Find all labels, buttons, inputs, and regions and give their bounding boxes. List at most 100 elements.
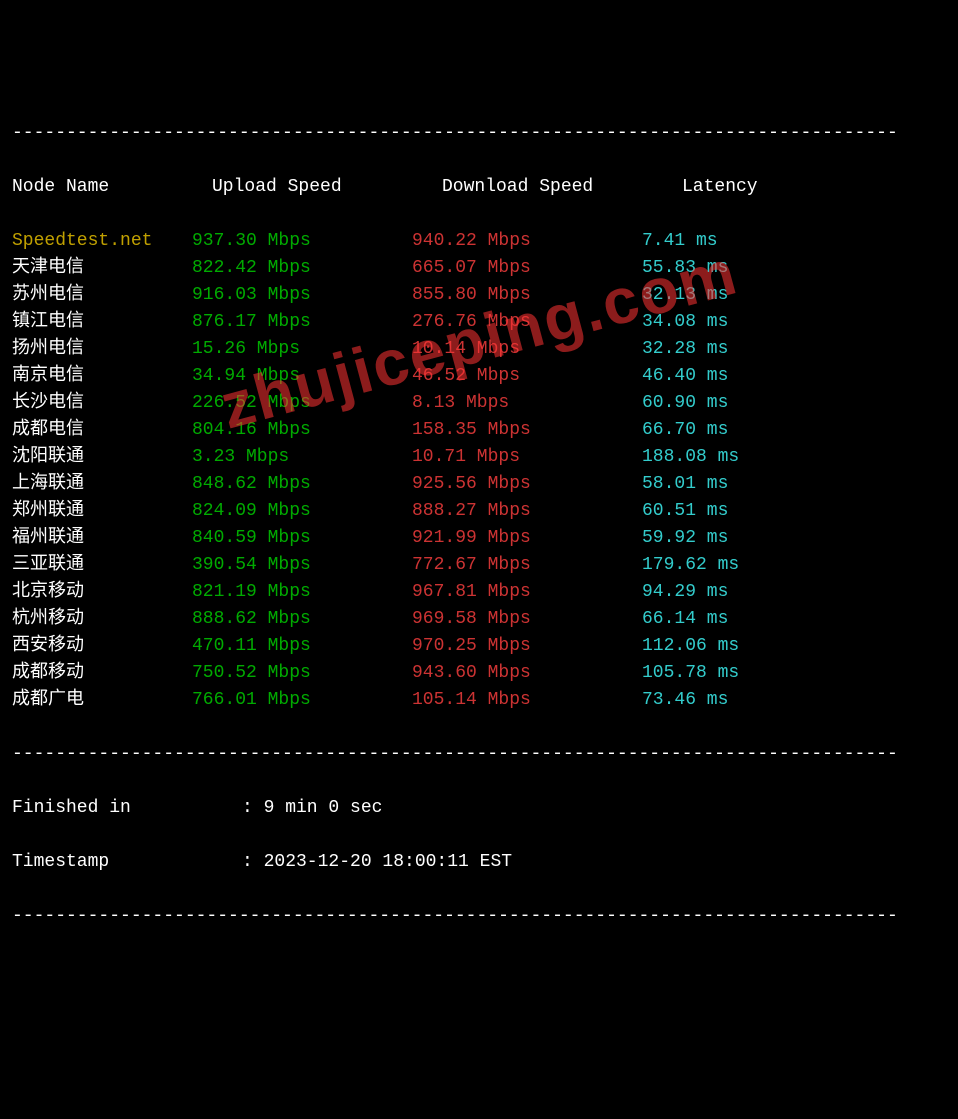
download-cell: 921.99 Mbps <box>412 525 642 552</box>
header-download: Download Speed <box>442 174 682 201</box>
node-cell: 福州联通 <box>12 525 192 552</box>
node-cell: 苏州电信 <box>12 282 192 309</box>
table-row: 成都移动750.52 Mbps943.60 Mbps105.78 ms <box>12 660 946 687</box>
download-cell: 8.13 Mbps <box>412 390 642 417</box>
download-cell: 855.80 Mbps <box>412 282 642 309</box>
table-row: 杭州移动888.62 Mbps969.58 Mbps66.14 ms <box>12 606 946 633</box>
latency-cell: 34.08 ms <box>642 309 782 336</box>
node-cell: 北京移动 <box>12 579 192 606</box>
divider-top: ----------------------------------------… <box>12 120 946 147</box>
download-cell: 10.71 Mbps <box>412 444 642 471</box>
upload-cell: 937.30 Mbps <box>192 228 412 255</box>
node-cell: 成都移动 <box>12 660 192 687</box>
node-cell: 镇江电信 <box>12 309 192 336</box>
table-row: 北京移动821.19 Mbps967.81 Mbps94.29 ms <box>12 579 946 606</box>
download-cell: 943.60 Mbps <box>412 660 642 687</box>
download-cell: 276.76 Mbps <box>412 309 642 336</box>
upload-cell: 824.09 Mbps <box>192 498 412 525</box>
latency-cell: 105.78 ms <box>642 660 782 687</box>
table-row: 郑州联通824.09 Mbps888.27 Mbps60.51 ms <box>12 498 946 525</box>
latency-cell: 66.70 ms <box>642 417 782 444</box>
download-cell: 105.14 Mbps <box>412 687 642 714</box>
table-row: 福州联通840.59 Mbps921.99 Mbps59.92 ms <box>12 525 946 552</box>
upload-cell: 766.01 Mbps <box>192 687 412 714</box>
footer-finished: Finished in: 9 min 0 sec <box>12 795 946 822</box>
latency-cell: 112.06 ms <box>642 633 782 660</box>
table-row: 沈阳联通3.23 Mbps10.71 Mbps188.08 ms <box>12 444 946 471</box>
node-cell: 杭州移动 <box>12 606 192 633</box>
table-row: 三亚联通390.54 Mbps772.67 Mbps179.62 ms <box>12 552 946 579</box>
download-cell: 665.07 Mbps <box>412 255 642 282</box>
download-cell: 925.56 Mbps <box>412 471 642 498</box>
header-upload: Upload Speed <box>212 174 442 201</box>
upload-cell: 390.54 Mbps <box>192 552 412 579</box>
latency-cell: 32.13 ms <box>642 282 782 309</box>
table-row: 长沙电信226.52 Mbps8.13 Mbps60.90 ms <box>12 390 946 417</box>
latency-cell: 179.62 ms <box>642 552 782 579</box>
latency-cell: 188.08 ms <box>642 444 782 471</box>
node-cell: 长沙电信 <box>12 390 192 417</box>
upload-cell: 876.17 Mbps <box>192 309 412 336</box>
table-row: 扬州电信15.26 Mbps10.14 Mbps32.28 ms <box>12 336 946 363</box>
download-cell: 969.58 Mbps <box>412 606 642 633</box>
download-cell: 970.25 Mbps <box>412 633 642 660</box>
table-row: 天津电信822.42 Mbps665.07 Mbps55.83 ms <box>12 255 946 282</box>
latency-cell: 55.83 ms <box>642 255 782 282</box>
latency-cell: 32.28 ms <box>642 336 782 363</box>
divider-bottom: ----------------------------------------… <box>12 903 946 930</box>
latency-cell: 7.41 ms <box>642 228 782 255</box>
node-cell: 西安移动 <box>12 633 192 660</box>
node-cell: 郑州联通 <box>12 498 192 525</box>
upload-cell: 750.52 Mbps <box>192 660 412 687</box>
divider-mid: ----------------------------------------… <box>12 741 946 768</box>
download-cell: 940.22 Mbps <box>412 228 642 255</box>
latency-cell: 46.40 ms <box>642 363 782 390</box>
node-cell: Speedtest.net <box>12 228 192 255</box>
table-row: 上海联通848.62 Mbps925.56 Mbps58.01 ms <box>12 471 946 498</box>
latency-cell: 66.14 ms <box>642 606 782 633</box>
footer-timestamp: Timestamp: 2023-12-20 18:00:11 EST <box>12 849 946 876</box>
upload-cell: 916.03 Mbps <box>192 282 412 309</box>
timestamp-value: : 2023-12-20 18:00:11 EST <box>242 849 512 876</box>
node-cell: 成都广电 <box>12 687 192 714</box>
table-row: 成都广电766.01 Mbps105.14 Mbps73.46 ms <box>12 687 946 714</box>
download-cell: 46.52 Mbps <box>412 363 642 390</box>
upload-cell: 34.94 Mbps <box>192 363 412 390</box>
node-cell: 扬州电信 <box>12 336 192 363</box>
header-node: Node Name <box>12 174 212 201</box>
latency-cell: 58.01 ms <box>642 471 782 498</box>
finished-label: Finished in <box>12 795 242 822</box>
table-header: Node NameUpload SpeedDownload SpeedLaten… <box>12 174 946 201</box>
upload-cell: 3.23 Mbps <box>192 444 412 471</box>
upload-cell: 15.26 Mbps <box>192 336 412 363</box>
upload-cell: 821.19 Mbps <box>192 579 412 606</box>
download-cell: 10.14 Mbps <box>412 336 642 363</box>
upload-cell: 804.16 Mbps <box>192 417 412 444</box>
table-row: Speedtest.net937.30 Mbps940.22 Mbps7.41 … <box>12 228 946 255</box>
upload-cell: 470.11 Mbps <box>192 633 412 660</box>
latency-cell: 94.29 ms <box>642 579 782 606</box>
table-row: 苏州电信916.03 Mbps855.80 Mbps32.13 ms <box>12 282 946 309</box>
upload-cell: 840.59 Mbps <box>192 525 412 552</box>
finished-value: : 9 min 0 sec <box>242 795 382 822</box>
timestamp-label: Timestamp <box>12 849 242 876</box>
node-cell: 成都电信 <box>12 417 192 444</box>
header-latency: Latency <box>682 174 822 201</box>
table-row: 成都电信804.16 Mbps158.35 Mbps66.70 ms <box>12 417 946 444</box>
latency-cell: 60.51 ms <box>642 498 782 525</box>
table-body: Speedtest.net937.30 Mbps940.22 Mbps7.41 … <box>12 228 946 714</box>
download-cell: 888.27 Mbps <box>412 498 642 525</box>
node-cell: 三亚联通 <box>12 552 192 579</box>
upload-cell: 226.52 Mbps <box>192 390 412 417</box>
node-cell: 南京电信 <box>12 363 192 390</box>
upload-cell: 848.62 Mbps <box>192 471 412 498</box>
latency-cell: 59.92 ms <box>642 525 782 552</box>
download-cell: 772.67 Mbps <box>412 552 642 579</box>
upload-cell: 822.42 Mbps <box>192 255 412 282</box>
node-cell: 沈阳联通 <box>12 444 192 471</box>
node-cell: 上海联通 <box>12 471 192 498</box>
upload-cell: 888.62 Mbps <box>192 606 412 633</box>
table-row: 镇江电信876.17 Mbps276.76 Mbps34.08 ms <box>12 309 946 336</box>
latency-cell: 60.90 ms <box>642 390 782 417</box>
latency-cell: 73.46 ms <box>642 687 782 714</box>
